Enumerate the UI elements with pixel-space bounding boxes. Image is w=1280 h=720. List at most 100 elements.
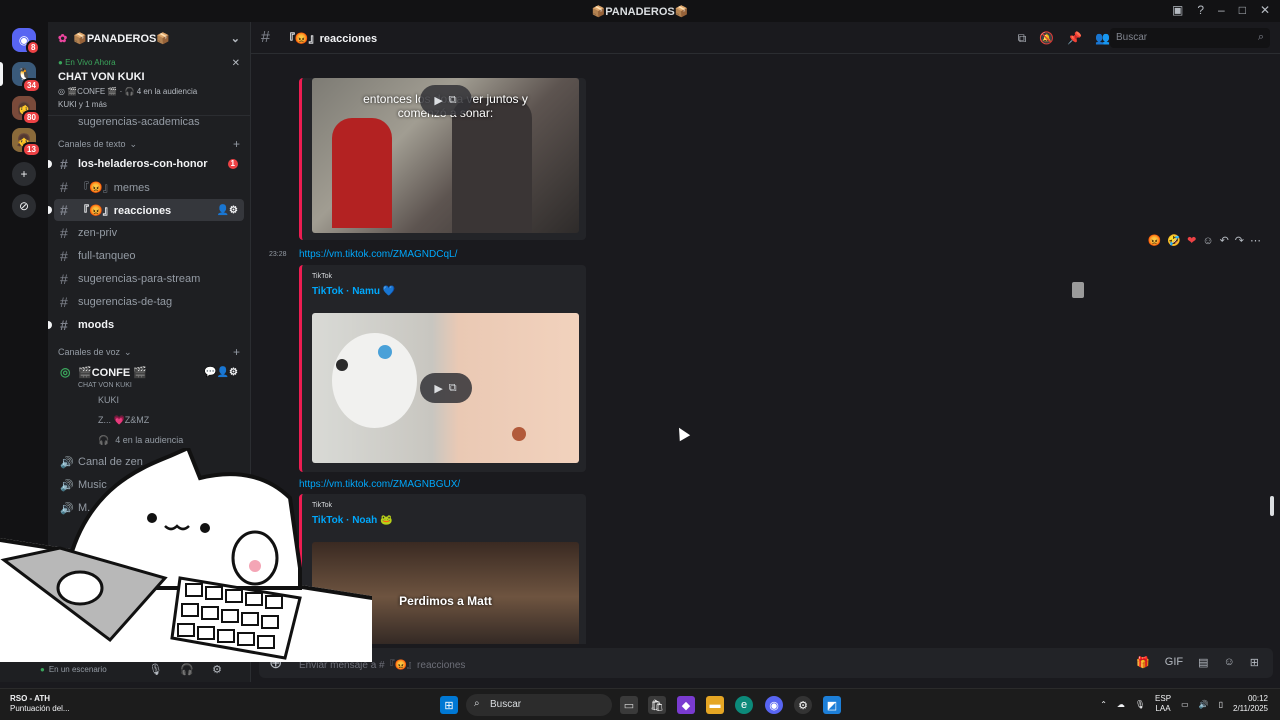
chevron-down-icon[interactable]: ⌄ [231,32,240,45]
reply-icon[interactable]: ↶ [1220,234,1229,247]
live-title: CHAT VON KUKI [58,71,145,83]
channel-zen-priv[interactable]: # zen-priv [54,222,244,244]
add-channel-icon[interactable]: + [233,345,240,359]
text-category[interactable]: Canales de texto ⌄ + [48,136,250,152]
pin-icon[interactable]: 📌 [1067,31,1082,46]
server-name: 📦PANADEROS📦 [73,32,171,45]
battery-icon[interactable]: ▯ [1219,700,1223,709]
steam-icon[interactable]: ⚙ [794,696,812,714]
live-stage-card[interactable]: ● En Vivo Ahora ✕ CHAT VON KUKI ◎ 🎬CONFE… [48,54,250,113]
channel-sugerencias-para-stream[interactable]: # sugerencias-para-stream [54,268,244,290]
channel-los-heladeros-con-honor[interactable]: # los-heladeros-con-honor 1 [48,153,244,175]
bongo-cat-overlay [0,448,372,662]
threads-icon[interactable]: ⧉ [1018,31,1027,46]
maximize-button[interactable]: □ [1239,3,1246,17]
onedrive-icon[interactable]: ☁ [1117,700,1125,709]
apps-icon[interactable]: ⊞ [1250,656,1259,669]
taskbar-search[interactable]: ⌕ Buscar [466,694,612,716]
voice-member-kuki[interactable]: KUKI [48,390,250,410]
weather-widget[interactable]: RSO - ATH Puntuación del... [10,694,70,714]
help-icon[interactable]: ? [1197,3,1204,17]
gift-icon[interactable]: 🎁 [1136,656,1150,669]
channel-moods[interactable]: # moods [48,314,244,336]
video-plush-white [332,333,417,428]
channel-reacciones[interactable]: # 『😡』reacciones 👤⚙ [48,199,244,221]
close-button[interactable]: ✕ [1260,3,1270,17]
minimize-button[interactable]: – [1218,3,1225,17]
message-list: entonces los dos a ver juntos y comenzó … [251,78,1280,644]
cat-eye [200,523,210,533]
search-icon: ⌕ [474,698,480,709]
members-icon[interactable]: 👥 [1095,31,1110,46]
weather-sub: Puntuación del... [10,704,70,713]
windows-start-icon[interactable]: ⊞ [440,696,458,714]
channel-full-tanqueo[interactable]: # full-tanqueo [54,245,244,267]
voice-category[interactable]: Canales de voz ⌄ + [48,344,250,360]
network-icon[interactable]: ▭ [1181,700,1189,709]
tiktok-link[interactable]: https://vm.tiktok.com/ZMAGNDCqL/ [299,249,457,260]
header-icons: ⧉ 🔕 📌 👥 [1018,31,1110,46]
task-view-icon[interactable]: ▭ [620,696,638,714]
live-users: KUKI y 1 más [58,100,107,109]
window-controls: ▣ ? – □ ✕ [1172,3,1270,17]
hash-icon: # [60,179,68,195]
channel-memes[interactable]: # 『😡』memes [54,176,244,198]
notifications-icon[interactable]: 🔕 [1039,31,1054,46]
more-icon[interactable]: ⋯ [1250,234,1261,247]
emoji-icon[interactable]: ☺ [1224,656,1235,669]
reaction-emoji-2[interactable]: 🤣 [1167,234,1181,247]
message-input[interactable]: ⊕ Enviar mensaje a #『😡』reacciones 🎁 GIF … [259,648,1273,678]
sticker-icon[interactable]: ▤ [1198,656,1208,669]
active-server-pill [0,62,3,86]
hash-icon: # [60,317,68,333]
search-input[interactable]: Buscar ⌕ [1110,28,1270,48]
edge-icon[interactable]: e [735,696,753,714]
discord-app: 📦PANADEROS📦 ▣ ? – □ ✕ ◉ 8 🐧 34 👩 80 👧 13… [0,0,1280,688]
unread-indicator [48,160,52,168]
taskbar-search-label: Buscar [490,699,522,710]
chevron-down-icon: ⌄ [129,138,138,149]
clock[interactable]: 00:12 2/11/2025 [1233,694,1268,714]
clock-time: 00:12 [1247,694,1268,703]
add-channel-icon[interactable]: + [233,137,240,151]
language-indicator[interactable]: ESP LAA [1155,694,1171,714]
play-button[interactable]: ▶ ⧉ [419,373,472,403]
discord-taskbar-icon[interactable]: ◉ [765,696,783,714]
voice-member-z[interactable]: Z... 💗Z&MZ [48,410,250,430]
channel-sugerencias-de-tag[interactable]: # sugerencias-de-tag [54,291,244,313]
app-icon[interactable]: ◩ [823,696,841,714]
embed-provider: TikTok [312,273,332,280]
voice-channel-confe[interactable]: ◎ 🎬CONFE 🎬 💬👤⚙ [54,361,244,383]
hash-icon: # [60,202,68,218]
gif-icon[interactable]: GIF [1165,656,1183,669]
invite-gear-icons[interactable]: 👤⚙ [217,205,238,216]
embed-author[interactable]: TikTok · Namu 💙 [302,280,586,297]
video-thumbnail[interactable]: entonces los dos a ver juntos y comenzó … [312,78,579,233]
server-header[interactable]: ✿ 📦PANADEROS📦 ⌄ [48,22,250,54]
scrollbar[interactable] [1270,496,1274,516]
weather-title: RSO - ATH [10,694,50,703]
tiktok-embed: TikTok TikTok · Namu 💙 ▶ ⧉ [299,265,586,472]
chat-invite-gear-icons[interactable]: 💬👤⚙ [204,367,238,378]
reaction-emoji-1[interactable]: 😡 [1148,234,1162,247]
live-audience: 4 en la audiencia [136,87,198,96]
forward-icon[interactable]: ↷ [1235,234,1244,247]
add-server-icon[interactable]: + [12,162,36,186]
mic-headset-settings-icons[interactable]: 🎙🎧⚙ [148,663,240,676]
mic-icon[interactable]: 🎙 [1135,700,1145,709]
video-thumbnail[interactable]: ▶ ⧉ [312,313,579,463]
play-button[interactable]: ▶ ⧉ [419,85,472,115]
chevron-up-icon[interactable]: ⌃ [1100,700,1107,709]
channel-label: 🎬CONFE 🎬 [78,366,147,379]
channel-partial[interactable]: sugerencias-academicas [54,116,244,128]
file-explorer-icon[interactable]: ▬ [706,696,724,714]
store-icon[interactable]: 🛍 [648,696,666,714]
explore-icon[interactable]: ⊘ [12,194,36,218]
channel-label: full-tanqueo [78,250,136,262]
close-live-icon[interactable]: ✕ [232,58,240,69]
volume-icon[interactable]: 🔊 [1199,700,1209,709]
inbox-icon[interactable]: ▣ [1172,3,1183,17]
copilot-icon[interactable]: ◆ [677,696,695,714]
heart-icon[interactable]: ❤ [1187,234,1196,247]
add-reaction-icon[interactable]: ☺ [1202,235,1213,247]
